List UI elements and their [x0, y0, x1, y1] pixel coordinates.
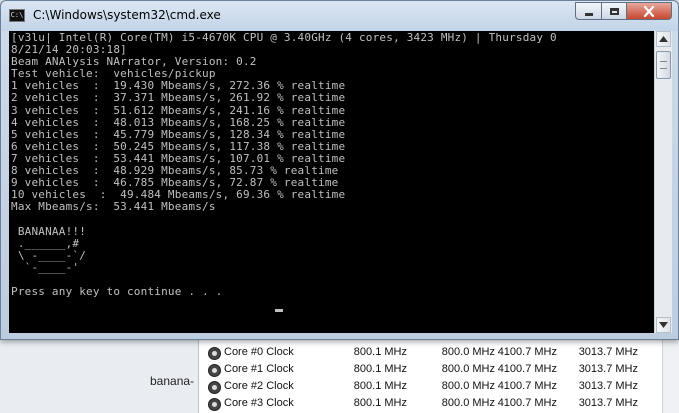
- sensor-name: Core #0 Clock: [224, 346, 294, 358]
- cmd-window: C:\ C:\Windows\system32\cmd.exe [v3lu| I…: [0, 0, 679, 340]
- close-icon: [643, 5, 655, 17]
- console-scrollbar[interactable]: [654, 31, 672, 333]
- cmd-app-icon[interactable]: C:\: [9, 9, 25, 22]
- sensor-avg: 3013.7 MHz: [578, 363, 638, 375]
- console-output[interactable]: [v3lu| Intel(R) Core(TM) i5-4670K CPU @ …: [9, 31, 654, 333]
- console-prompt: Press any key to continue . . .: [11, 284, 230, 298]
- console-line: 9 vehicles : 46.785 Mbeams/s, 72.87 % re…: [11, 176, 339, 190]
- sensor-max: 4100.7 MHz: [497, 363, 557, 375]
- scroll-thumb[interactable]: [656, 51, 671, 79]
- sensor-current: 800.1 MHz: [353, 380, 407, 392]
- console-line: Test vehicle: vehicles/pickup: [11, 67, 216, 81]
- console-line: [v3lu| Intel(R) Core(TM) i5-4670K CPU @ …: [11, 31, 557, 44]
- sensor-name: Core #3 Clock: [224, 397, 294, 409]
- sensor-max: 4100.7 MHz: [497, 397, 557, 409]
- maximize-button[interactable]: [601, 2, 626, 20]
- console-line: 10 vehicles : 49.484 Mbeams/s, 69.36 % r…: [11, 188, 346, 202]
- sensor-current: 800.1 MHz: [353, 346, 407, 358]
- background-file-label: banana-: [150, 374, 195, 388]
- sensor-min: 800.0 MHz: [441, 380, 495, 392]
- console-line: .______,#: [11, 236, 80, 250]
- scroll-down-icon: [659, 322, 668, 328]
- sensor-avg: 3013.7 MHz: [578, 380, 638, 392]
- window-title: C:\Windows\system32\cmd.exe: [33, 8, 221, 22]
- title-bar[interactable]: C:\ C:\Windows\system32\cmd.exe: [1, 1, 678, 31]
- console-line: \ -____-`/: [11, 248, 87, 262]
- console-line: `-____-': [11, 260, 80, 274]
- console-line: 1 vehicles : 19.430 Mbeams/s, 272.36 % r…: [11, 79, 346, 93]
- console-line: 2 vehicles : 37.371 Mbeams/s, 261.92 % r…: [11, 91, 346, 105]
- hwmonitor-panel: Core #0 Clock 800.1 MHz 800.0 MHz 4100.7…: [198, 340, 679, 413]
- sensor-min: 800.0 MHz: [441, 363, 495, 375]
- clock-sensor-icon: [208, 347, 221, 360]
- console-line: 7 vehicles : 53.441 Mbeams/s, 107.01 % r…: [11, 151, 346, 165]
- window-controls: [575, 2, 672, 21]
- sensor-current: 800.1 MHz: [353, 397, 407, 409]
- hwmonitor-scrollbar[interactable]: [662, 340, 679, 413]
- sensor-min: 800.0 MHz: [441, 397, 495, 409]
- text-cursor: [275, 309, 283, 312]
- console-line: 4 vehicles : 48.013 Mbeams/s, 168.25 % r…: [11, 115, 346, 129]
- sensor-row[interactable]: Core #1 Clock 800.1 MHz 800.0 MHz 4100.7…: [199, 361, 679, 378]
- sensor-max: 4100.7 MHz: [497, 380, 557, 392]
- close-button[interactable]: [626, 2, 672, 20]
- clock-sensor-icon: [208, 398, 221, 411]
- clock-sensor-icon: [208, 364, 221, 377]
- scroll-up-icon: [659, 36, 668, 42]
- sensor-current: 800.1 MHz: [353, 363, 407, 375]
- maximize-icon: [609, 7, 619, 15]
- sensor-max: 4100.7 MHz: [497, 346, 557, 358]
- sensor-avg: 3013.7 MHz: [578, 397, 638, 409]
- console-line: 8/21/14 20:03:18]: [11, 43, 127, 57]
- console-line: 5 vehicles : 45.779 Mbeams/s, 128.34 % r…: [11, 127, 346, 141]
- sensor-name: Core #1 Clock: [224, 363, 294, 375]
- sensor-min: 800.0 MHz: [441, 346, 495, 358]
- console-line: Max Mbeams/s: 53.441 Mbeams/s: [11, 200, 216, 214]
- console-text: [v3lu| Intel(R) Core(TM) i5-4670K CPU @ …: [11, 31, 557, 298]
- console-line: 6 vehicles : 50.245 Mbeams/s, 117.38 % r…: [11, 139, 346, 153]
- minimize-icon: [584, 12, 593, 16]
- sensor-avg: 3013.7 MHz: [578, 346, 638, 358]
- sensor-row[interactable]: Core #2 Clock 800.1 MHz 800.0 MHz 4100.7…: [199, 378, 679, 395]
- sensor-row[interactable]: Core #3 Clock 800.1 MHz 800.0 MHz 4100.7…: [199, 395, 679, 412]
- console-line: Beam ANAlysis NArrator, Version: 0.2: [11, 55, 257, 69]
- minimize-button[interactable]: [575, 2, 601, 20]
- scroll-up-button[interactable]: [656, 31, 671, 47]
- scroll-down-button[interactable]: [656, 317, 671, 333]
- sensor-name: Core #2 Clock: [224, 380, 294, 392]
- sensor-row[interactable]: Core #0 Clock 800.1 MHz 800.0 MHz 4100.7…: [199, 344, 679, 361]
- console-line: BANANAA!!!: [11, 224, 87, 238]
- console-line: 8 vehicles : 48.929 Mbeams/s, 85.73 % re…: [11, 164, 339, 178]
- clock-sensor-icon: [208, 381, 221, 394]
- console-line: 3 vehicles : 51.612 Mbeams/s, 241.16 % r…: [11, 103, 346, 117]
